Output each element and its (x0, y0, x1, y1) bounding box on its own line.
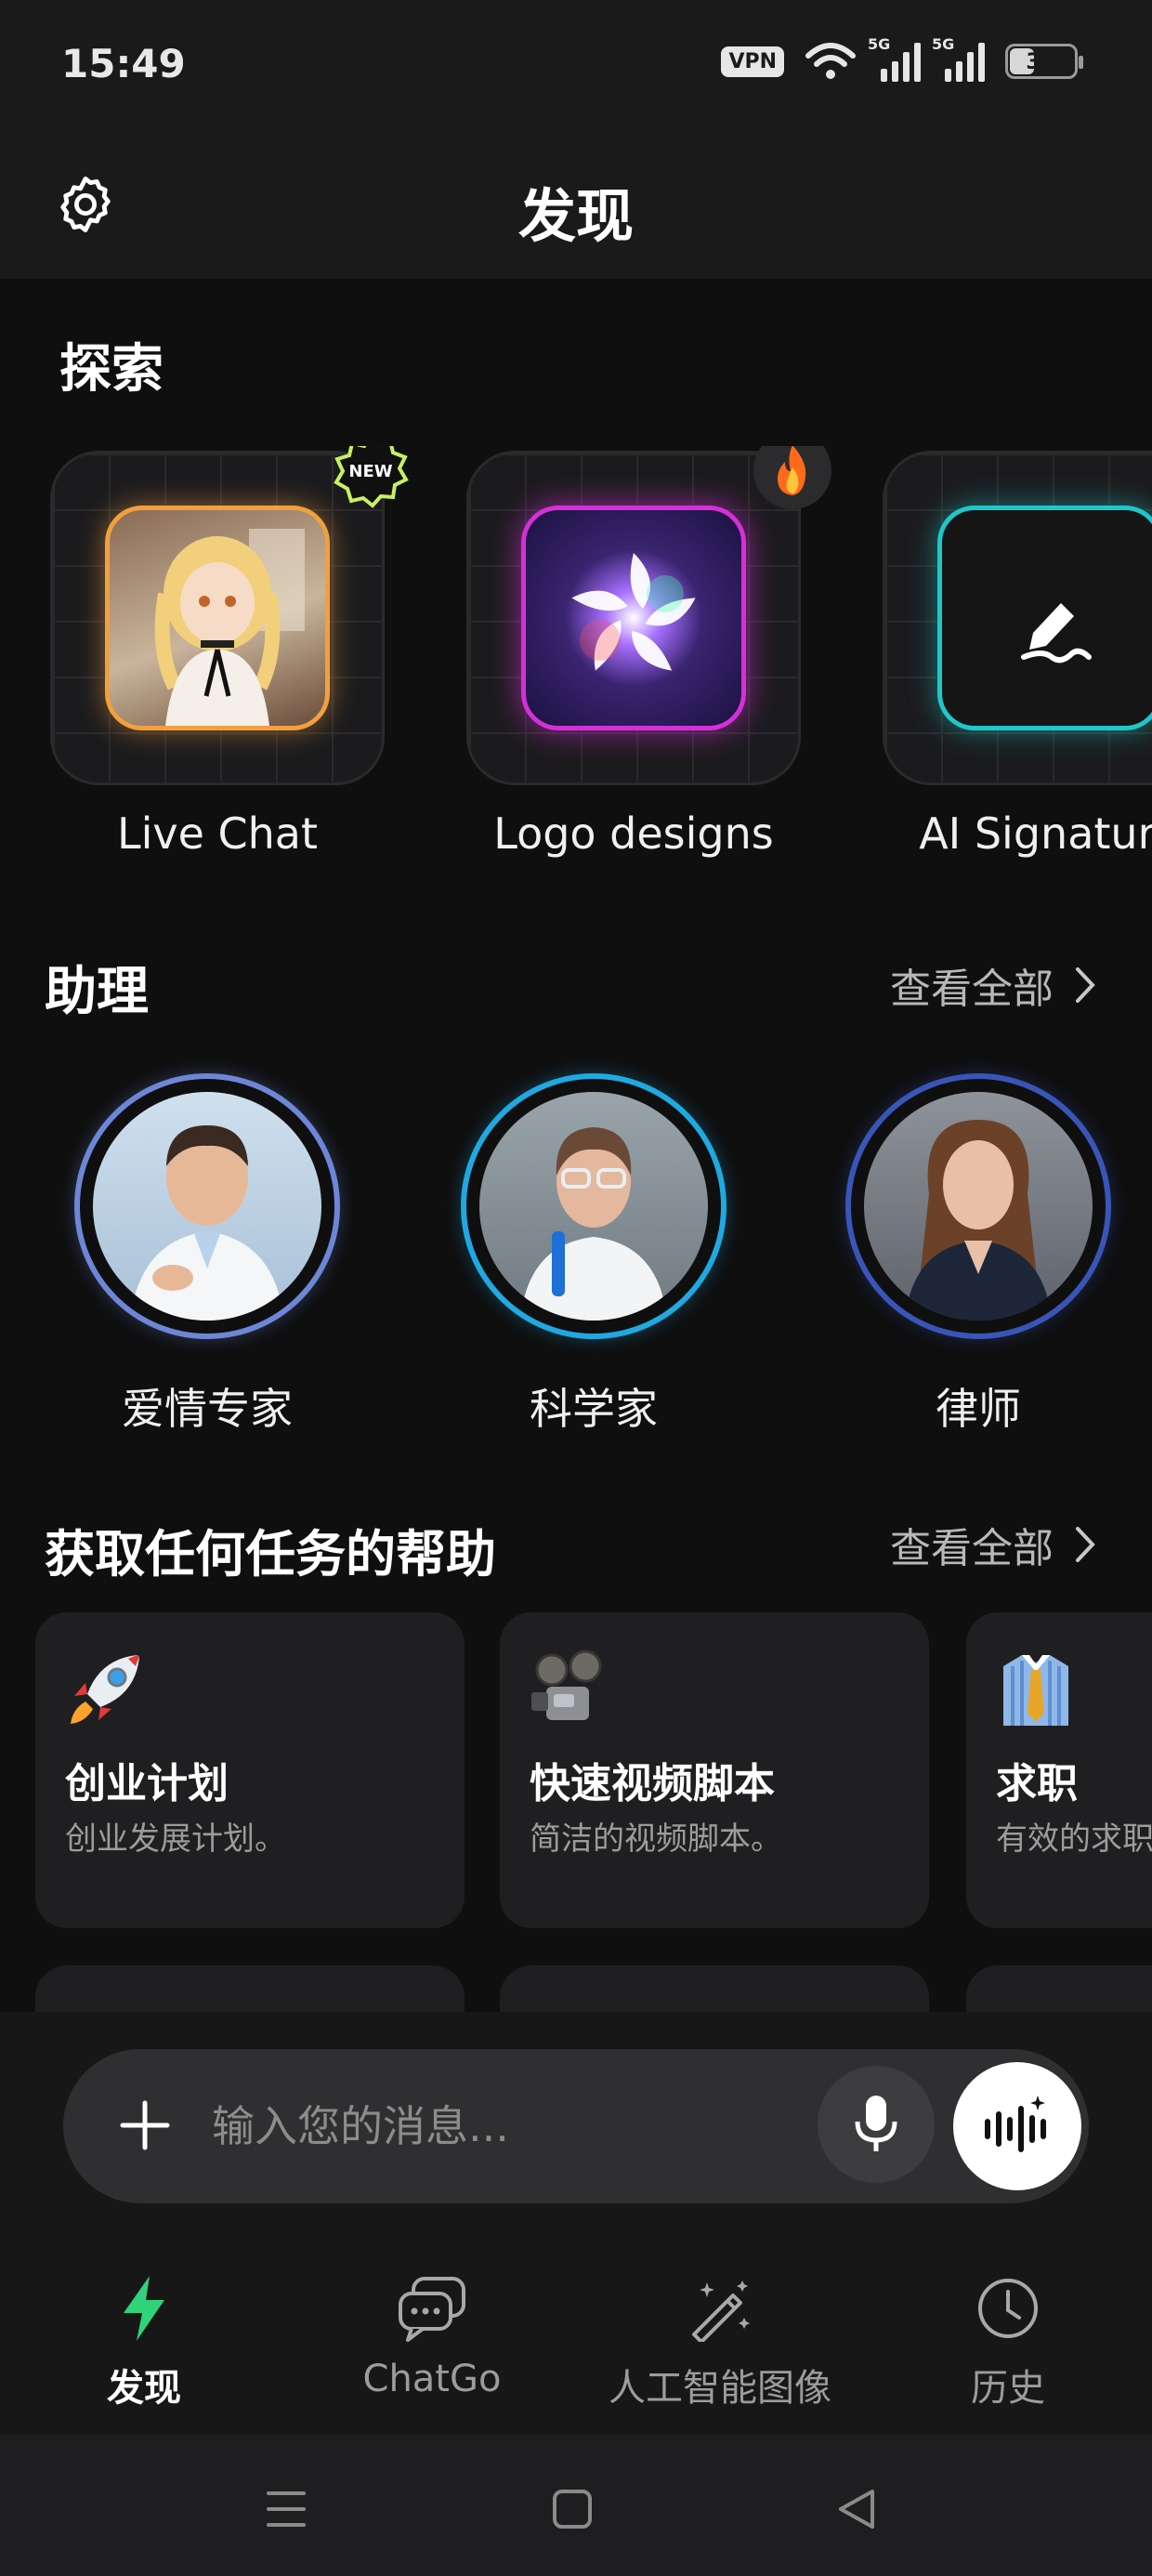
assistant-avatar-love-expert[interactable] (74, 1073, 340, 1339)
assistants-section-title: 助理 (45, 962, 149, 1022)
magic-wand-icon (692, 2280, 750, 2342)
message-input[interactable] (212, 2086, 788, 2166)
shirt-tie-icon (1003, 1655, 1068, 1726)
task-card-startup-plan[interactable]: 创业计划 创业发展计划。 (35, 1612, 465, 1928)
clock-icon (978, 2279, 1038, 2338)
assistant-label: 爱情专家 (122, 1384, 293, 1434)
battery-icon: 30 (1005, 44, 1083, 79)
explore-card-label: Live Chat (116, 808, 319, 859)
assistant-avatar-scientist[interactable] (461, 1073, 727, 1339)
logo-designs-thumbnail (521, 506, 746, 730)
task-description: 创业发展计划。 (65, 1820, 286, 1858)
tab-label: ChatGo (362, 2358, 502, 2400)
task-name: 快速视频脚本 (530, 1760, 775, 1807)
task-card-partial[interactable] (966, 1965, 1152, 2012)
tab-label: 人工智能图像 (609, 2367, 831, 2410)
assistants-row: 爱情专家 科学家 律师 (0, 1069, 1152, 1440)
tasks-grid: 创业计划 创业发展计划。 快速视频脚本 简洁的视频脚本。 求职 有效的求职 (0, 1612, 1152, 2012)
tab-history[interactable]: 历史 (864, 2254, 1152, 2435)
tasks-see-all-link[interactable]: 查看全部 (890, 1515, 1096, 1574)
live-chat-thumbnail (105, 506, 330, 730)
status-icons: VPN 5G 5G 30 (721, 35, 1083, 82)
vpn-indicator: VPN (721, 46, 784, 77)
tasks-section-title: 获取任何任务的帮助 (45, 1525, 496, 1584)
see-all-label: 查看全部 (890, 1525, 1054, 1572)
home-button[interactable] (535, 2472, 609, 2546)
assistant-label: 律师 (936, 1384, 1021, 1434)
new-badge-icon: NEW (334, 446, 409, 508)
system-nav-bar (0, 2435, 1152, 2576)
voice-mode-button[interactable] (953, 2062, 1081, 2190)
bottom-panel: 发现 ChatGo (0, 2012, 1152, 2435)
svg-text:NEW: NEW (348, 462, 392, 481)
page-title: 发现 (517, 182, 634, 250)
avatar (479, 1092, 708, 1321)
chat-bubbles-icon (399, 2277, 465, 2342)
tab-ai-image[interactable]: 人工智能图像 (576, 2254, 864, 2435)
chevron-right-icon (1076, 1527, 1095, 1562)
status-time: 15:49 (61, 41, 186, 86)
tab-chatgo[interactable]: ChatGo (288, 2254, 576, 2435)
task-name: 求职 (996, 1760, 1078, 1807)
app-header: 发现 (0, 139, 1152, 279)
see-all-label: 查看全部 (890, 966, 1054, 1013)
tab-label: 发现 (107, 2367, 181, 2410)
rocket-icon (71, 1655, 139, 1724)
voice-waveform-icon (985, 2096, 1046, 2152)
task-card-partial[interactable] (35, 1965, 465, 2012)
explore-carousel: NEW Live Chat Logo designs AI Signatur (0, 446, 1152, 874)
tab-bar: 发现 ChatGo 人工智能图像 历史 (0, 2254, 1152, 2435)
microphone-button[interactable] (818, 2066, 935, 2183)
assistant-avatar-lawyer[interactable] (845, 1073, 1111, 1339)
cell-signal-icon: 5G (932, 35, 985, 82)
task-description: 简洁的视频脚本。 (530, 1820, 782, 1858)
tab-label: 历史 (971, 2367, 1045, 2410)
explore-card-logo-designs[interactable] (466, 446, 831, 785)
task-card-job-search[interactable]: 求职 有效的求职 (966, 1612, 1152, 1928)
explore-section-title: 探索 (59, 339, 164, 400)
task-card-video-script[interactable]: 快速视频脚本 简洁的视频脚本。 (500, 1612, 929, 1928)
avatar (864, 1092, 1093, 1321)
explore-card-ai-signature[interactable] (883, 451, 1152, 785)
lightning-icon (124, 2276, 164, 2341)
cell-signal-icon: 5G (868, 35, 921, 82)
task-description: 有效的求职 (996, 1820, 1152, 1858)
assistant-label: 科学家 (530, 1384, 658, 1434)
chevron-right-icon (1076, 967, 1095, 1003)
square-icon (553, 2490, 592, 2529)
task-name: 创业计划 (65, 1760, 229, 1807)
wifi-icon (805, 43, 856, 79)
menu-lines-icon (267, 2491, 306, 2527)
back-button[interactable] (819, 2472, 894, 2546)
explore-card-label: Logo designs (493, 808, 774, 859)
assistants-see-all-link[interactable]: 查看全部 (890, 955, 1096, 1015)
status-bar: 15:49 VPN 5G 5G 30 (0, 0, 1152, 139)
fire-badge-icon (753, 446, 831, 509)
microphone-icon (855, 2096, 897, 2151)
explore-card-label: AI Signature (919, 808, 1152, 859)
task-card-partial[interactable] (500, 1965, 929, 2012)
ai-signature-thumbnail (937, 506, 1152, 730)
back-triangle-icon (839, 2490, 874, 2529)
tab-discover[interactable]: 发现 (0, 2254, 288, 2435)
film-projector-icon (531, 1649, 602, 1720)
message-composer (63, 2049, 1089, 2203)
recent-apps-button[interactable] (249, 2472, 323, 2546)
add-attachment-button[interactable] (117, 2097, 173, 2153)
avatar (93, 1092, 321, 1321)
explore-card-live-chat[interactable]: NEW (50, 446, 409, 785)
